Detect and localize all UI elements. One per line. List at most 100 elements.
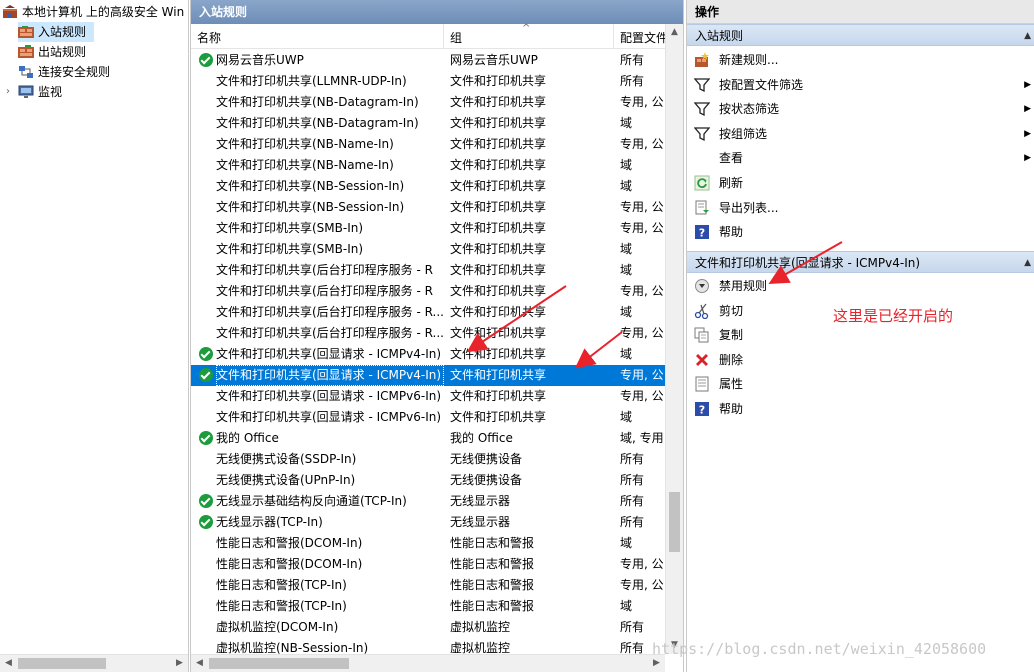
rule-name: 文件和打印机共享(后台打印程序服务 - R... — [216, 326, 444, 340]
table-row[interactable]: 网易云音乐UWP 网易云音乐UWP 所有 — [191, 50, 665, 71]
table-row[interactable]: 文件和打印机共享(后台打印程序服务 - R 文件和打印机共享 域 — [191, 260, 665, 281]
table-row[interactable]: 无线显示器(TCP-In) 无线显示器 所有 — [191, 512, 665, 533]
actions-section-inbound[interactable]: 入站规则 ▲ — [687, 24, 1034, 46]
rule-profile: 域 — [620, 116, 633, 130]
enabled-check-icon — [199, 347, 213, 361]
filter-icon — [694, 101, 710, 117]
action-item[interactable]: ? 帮助 — [687, 220, 1034, 244]
annotation-text: 这里是已经开启的 — [833, 307, 954, 325]
rule-profile: 域 — [620, 410, 633, 424]
rule-group: 虚拟机监控 — [450, 620, 511, 634]
action-item[interactable]: ? 帮助 — [687, 397, 1034, 421]
column-name[interactable]: 名称 — [191, 24, 444, 48]
table-row[interactable]: 文件和打印机共享(NB-Name-In) 文件和打印机共享 域 — [191, 155, 665, 176]
scroll-thumb[interactable] — [209, 658, 349, 669]
table-row[interactable]: 文件和打印机共享(NB-Session-In) 文件和打印机共享 域 — [191, 176, 665, 197]
table-row[interactable]: 文件和打印机共享(回显请求 - ICMPv4-In) 文件和打印机共享 域 — [191, 344, 665, 365]
action-label: 按配置文件筛选 — [719, 77, 804, 92]
delete-icon — [694, 352, 710, 368]
scroll-up-icon[interactable]: ▲ — [666, 24, 683, 41]
scroll-thumb[interactable] — [669, 492, 680, 552]
tree-item-monitoring[interactable]: 监视 — [18, 82, 62, 102]
action-item[interactable]: 删除 — [687, 348, 1034, 372]
action-item[interactable]: 属性 — [687, 372, 1034, 396]
chevron-right-icon[interactable]: › — [6, 82, 14, 102]
table-row[interactable]: 性能日志和警报(DCOM-In) 性能日志和警报 专用, 公 — [191, 554, 665, 575]
monitor-icon — [18, 85, 34, 99]
table-row[interactable]: 无线便携式设备(SSDP-In) 无线便携设备 所有 — [191, 449, 665, 470]
actions-section-selected-rule[interactable]: 文件和打印机共享(回显请求 - ICMPv4-In) ▲ — [687, 251, 1034, 273]
table-row[interactable]: 文件和打印机共享(SMB-In) 文件和打印机共享 专用, 公 — [191, 218, 665, 239]
help-icon: ? — [694, 224, 710, 240]
rule-group: 文件和打印机共享 — [450, 200, 547, 214]
inbound-rules-icon — [18, 25, 34, 39]
scroll-left-icon[interactable]: ◀ — [0, 655, 17, 672]
rule-name: 性能日志和警报(TCP-In) — [216, 578, 347, 592]
rule-profile: 所有 — [620, 620, 645, 634]
action-item[interactable]: 禁用规则 — [687, 274, 1034, 298]
table-row[interactable]: 文件和打印机共享(NB-Name-In) 文件和打印机共享 专用, 公 — [191, 134, 665, 155]
table-row[interactable]: 文件和打印机共享(后台打印程序服务 - R 文件和打印机共享 专用, 公 — [191, 281, 665, 302]
tree-item-outbound-rules[interactable]: 出站规则 — [18, 42, 86, 62]
rule-profile: 域 — [620, 599, 633, 613]
table-row[interactable]: 无线便携式设备(UPnP-In) 无线便携设备 所有 — [191, 470, 665, 491]
collapse-icon[interactable]: ▲ — [1024, 25, 1031, 47]
rule-group: 性能日志和警报 — [450, 599, 535, 613]
enabled-check-icon — [199, 431, 213, 445]
tree-item-inbound-rules[interactable]: 入站规则 — [18, 22, 94, 42]
table-row[interactable]: 我的 Office 我的 Office 域, 专用 — [191, 428, 665, 449]
action-label: 新建规则... — [719, 53, 779, 67]
rules-horizontal-scrollbar[interactable]: ◀ ▶ — [191, 654, 665, 672]
action-item[interactable]: 刷新 — [687, 171, 1034, 195]
table-row[interactable]: 文件和打印机共享(NB-Datagram-In) 文件和打印机共享 域 — [191, 113, 665, 134]
tree-item-connection-security-rules[interactable]: 连接安全规则 — [18, 62, 110, 82]
table-row[interactable]: 虚拟机监控(DCOM-In) 虚拟机监控 所有 — [191, 617, 665, 638]
table-row[interactable]: 性能日志和警报(TCP-In) 性能日志和警报 域 — [191, 596, 665, 617]
action-item[interactable]: 按配置文件筛选 ▶ — [687, 73, 1034, 97]
rule-name: 虚拟机监控(DCOM-In) — [216, 620, 339, 634]
disable-icon — [694, 278, 710, 294]
table-row[interactable]: 文件和打印机共享(NB-Session-In) 文件和打印机共享 专用, 公 — [191, 197, 665, 218]
action-item[interactable]: 导出列表... — [687, 196, 1034, 220]
filter-icon — [694, 77, 710, 93]
table-row[interactable]: 文件和打印机共享(LLMNR-UDP-In) 文件和打印机共享 所有 — [191, 71, 665, 92]
table-row[interactable]: 文件和打印机共享(后台打印程序服务 - R... 文件和打印机共享 专用, 公 — [191, 323, 665, 344]
action-item[interactable]: 按状态筛选 ▶ — [687, 97, 1034, 121]
rule-name: 文件和打印机共享(LLMNR-UDP-In) — [216, 74, 407, 88]
rule-profile: 专用, 公 — [620, 389, 664, 403]
rule-group: 文件和打印机共享 — [450, 368, 547, 382]
left-horizontal-scrollbar[interactable]: ◀ ▶ — [0, 654, 188, 672]
rule-name: 性能日志和警报(DCOM-In) — [216, 557, 363, 571]
table-row[interactable]: 无线显示基础结构反向通道(TCP-In) 无线显示器 所有 — [191, 491, 665, 512]
enabled-check-icon — [199, 53, 213, 67]
table-row[interactable]: 文件和打印机共享(SMB-In) 文件和打印机共享 域 — [191, 239, 665, 260]
enabled-check-icon — [199, 515, 213, 529]
table-row[interactable]: 性能日志和警报(DCOM-In) 性能日志和警报 域 — [191, 533, 665, 554]
table-row[interactable]: 文件和打印机共享(NB-Datagram-In) 文件和打印机共享 专用, 公 — [191, 92, 665, 113]
action-item[interactable]: 查看 ▶ — [687, 146, 1034, 170]
svg-text:?: ? — [699, 404, 705, 417]
table-row[interactable]: 文件和打印机共享(回显请求 - ICMPv6-In) 文件和打印机共享 域 — [191, 407, 665, 428]
rule-name: 文件和打印机共享(NB-Name-In) — [216, 137, 394, 151]
rule-group: 性能日志和警报 — [450, 557, 535, 571]
scroll-left-icon[interactable]: ◀ — [191, 655, 208, 672]
table-row[interactable]: 文件和打印机共享(回显请求 - ICMPv4-In) 文件和打印机共享 专用, 公 — [191, 365, 665, 386]
enabled-check-icon — [199, 368, 213, 382]
rule-profile: 专用, 公 — [620, 284, 664, 298]
rule-name: 网易云音乐UWP — [216, 53, 304, 67]
action-item[interactable]: 新建规则... — [687, 48, 1034, 72]
action-item[interactable]: 按组筛选 ▶ — [687, 122, 1034, 146]
rule-profile: 专用, 公 — [620, 221, 664, 235]
rule-name: 文件和打印机共享(NB-Datagram-In) — [216, 116, 419, 130]
outbound-rules-icon — [18, 45, 34, 59]
action-item[interactable]: 复制 — [687, 323, 1034, 347]
table-row[interactable]: 性能日志和警报(TCP-In) 性能日志和警报 专用, 公 — [191, 575, 665, 596]
rules-vertical-scrollbar[interactable]: ▲ ▼ — [665, 24, 683, 654]
scroll-thumb[interactable] — [18, 658, 106, 669]
tree-root[interactable]: 本地计算机 上的高级安全 Win — [2, 2, 184, 22]
column-profile[interactable]: 配置文件 — [614, 24, 665, 48]
table-row[interactable]: 文件和打印机共享(回显请求 - ICMPv6-In) 文件和打印机共享 专用, 公 — [191, 386, 665, 407]
collapse-icon[interactable]: ▲ — [1024, 252, 1031, 274]
table-row[interactable]: 文件和打印机共享(后台打印程序服务 - R... 文件和打印机共享 域 — [191, 302, 665, 323]
scroll-right-icon[interactable]: ▶ — [171, 655, 188, 672]
